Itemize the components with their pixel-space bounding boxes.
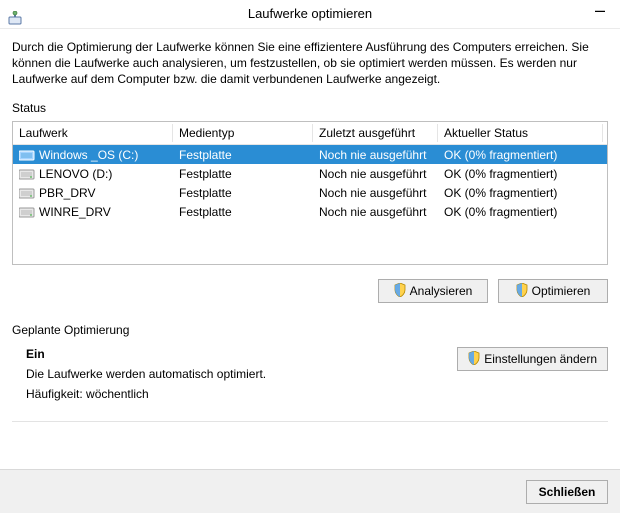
drive-last-cell: Noch nie ausgeführt: [313, 147, 438, 163]
drive-status-cell: OK (0% fragmentiert): [438, 185, 603, 201]
drive-row[interactable]: Windows _OS (C:) FestplatteNoch nie ausge…: [13, 145, 607, 164]
drive-row[interactable]: PBR_DRV FestplatteNoch nie ausgeführtOK (…: [13, 183, 607, 202]
drive-name: Windows _OS (C:): [39, 148, 138, 162]
drive-icon: [19, 187, 35, 199]
drive-last-cell: Noch nie ausgeführt: [313, 185, 438, 201]
drive-name-cell: WINRE_DRV: [13, 204, 173, 220]
scheduled-header: Geplante Optimierung: [12, 323, 608, 337]
drive-name: LENOVO (D:): [39, 167, 112, 181]
drive-name-cell: PBR_DRV: [13, 185, 173, 201]
divider: [12, 421, 608, 422]
scheduled-state: Ein: [26, 347, 457, 361]
optimize-button[interactable]: Optimieren: [498, 279, 608, 303]
drive-name: WINRE_DRV: [39, 205, 111, 219]
col-last-header[interactable]: Zuletzt ausgeführt: [313, 124, 438, 142]
scheduled-optimization-section: Geplante Optimierung Ein Die Laufwerke w…: [12, 323, 608, 407]
drive-row[interactable]: WINRE_DRV FestplatteNoch nie ausgeführtOK…: [13, 202, 607, 221]
intro-text: Durch die Optimierung der Laufwerke könn…: [12, 39, 608, 87]
drive-icon: [19, 206, 35, 218]
change-settings-button[interactable]: Einstellungen ändern: [457, 347, 608, 371]
analyze-label: Analysieren: [410, 284, 473, 298]
analyze-button[interactable]: Analysieren: [378, 279, 488, 303]
col-media-header[interactable]: Medientyp: [173, 124, 313, 142]
drive-media-cell: Festplatte: [173, 147, 313, 163]
drive-icon: [19, 168, 35, 180]
close-button[interactable]: Schließen: [526, 480, 608, 504]
drive-row[interactable]: LENOVO (D:) FestplatteNoch nie ausgeführt…: [13, 164, 607, 183]
shield-icon: [468, 351, 480, 368]
scheduled-frequency: Häufigkeit: wöchentlich: [26, 387, 457, 401]
drive-status-cell: OK (0% fragmentiert): [438, 204, 603, 220]
drive-name: PBR_DRV: [39, 186, 95, 200]
status-label: Status: [12, 101, 608, 115]
drive-list: Laufwerk Medientyp Zuletzt ausgeführt Ak…: [12, 121, 608, 265]
col-status-header[interactable]: Aktueller Status: [438, 124, 603, 142]
col-drive-header[interactable]: Laufwerk: [13, 124, 173, 142]
drive-name-cell: LENOVO (D:): [13, 166, 173, 182]
drive-name-cell: Windows _OS (C:): [13, 147, 173, 163]
optimize-label: Optimieren: [532, 284, 591, 298]
drive-media-cell: Festplatte: [173, 185, 313, 201]
drive-icon: [19, 149, 35, 161]
change-settings-label: Einstellungen ändern: [484, 352, 597, 366]
scheduled-auto-text: Die Laufwerke werden automatisch optimie…: [26, 367, 457, 381]
shield-icon: [394, 283, 406, 300]
title-bar: Laufwerke optimieren ‒: [0, 0, 620, 29]
drive-last-cell: Noch nie ausgeführt: [313, 166, 438, 182]
drive-media-cell: Festplatte: [173, 166, 313, 182]
window-title: Laufwerke optimieren: [0, 0, 620, 28]
drive-status-cell: OK (0% fragmentiert): [438, 147, 603, 163]
minimize-button[interactable]: ‒: [588, 0, 612, 28]
app-icon: [8, 7, 24, 35]
shield-icon: [516, 283, 528, 300]
drive-last-cell: Noch nie ausgeführt: [313, 204, 438, 220]
footer-bar: Schließen: [0, 469, 620, 513]
drive-status-cell: OK (0% fragmentiert): [438, 166, 603, 182]
column-headers: Laufwerk Medientyp Zuletzt ausgeführt Ak…: [13, 122, 607, 145]
close-label: Schließen: [539, 485, 596, 499]
drive-media-cell: Festplatte: [173, 204, 313, 220]
